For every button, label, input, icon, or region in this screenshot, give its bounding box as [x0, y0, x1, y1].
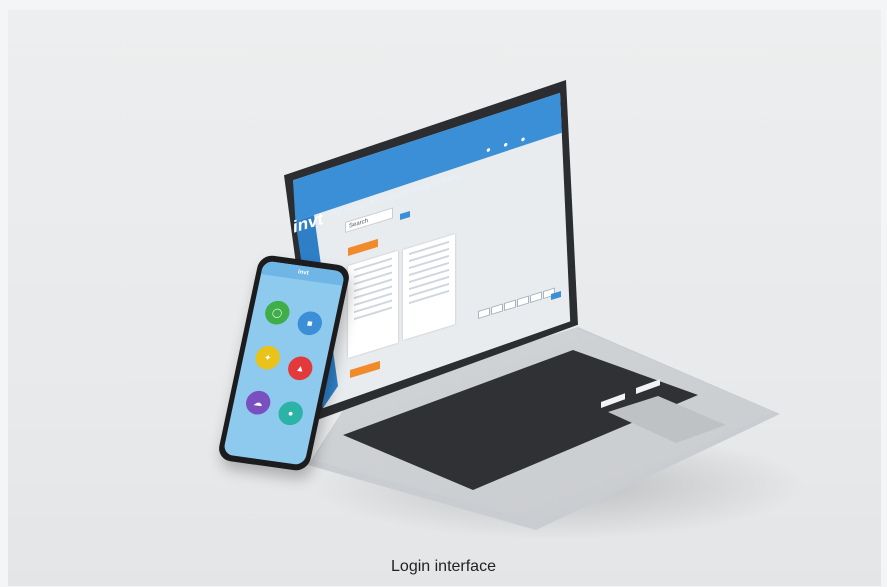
phone-header: invt: [260, 260, 346, 286]
device-card-1: [348, 250, 398, 358]
cloud-tile-icon[interactable]: ☁: [243, 389, 273, 417]
alarm-tile-icon[interactable]: ▲: [285, 354, 315, 382]
settings-tile-icon[interactable]: ✦: [253, 344, 283, 372]
image-caption: Login interface: [391, 558, 496, 575]
bell-icon[interactable]: ●: [486, 145, 491, 155]
device-card-2: [403, 234, 455, 340]
help-icon[interactable]: ●: [503, 139, 508, 149]
photo-frame: invt PV pump IOT monitoring system ● ● ●…: [8, 10, 881, 586]
user-tile-icon[interactable]: ●: [276, 399, 306, 427]
device-tile-icon[interactable]: ■: [295, 309, 325, 337]
monitor-tile-icon[interactable]: ◯: [262, 299, 292, 327]
user-icon[interactable]: ●: [521, 134, 526, 144]
